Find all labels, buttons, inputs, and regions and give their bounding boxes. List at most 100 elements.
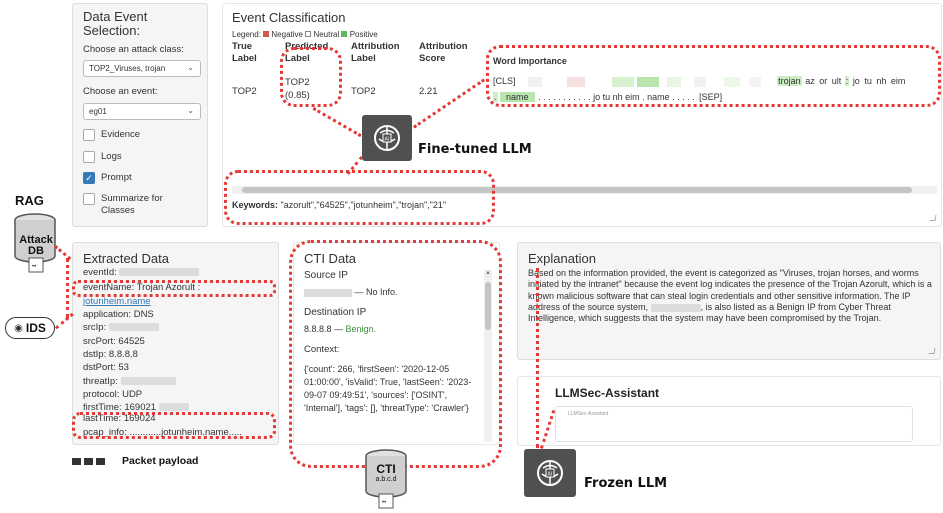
prompt-checkbox[interactable]: ✓ xyxy=(83,172,95,184)
field-application: application: DNS xyxy=(83,309,154,320)
assistant-panel: LLMSec-Assistant LLMSec-Assistant xyxy=(517,376,941,446)
drop-icon: ◉ xyxy=(14,322,23,334)
legend-prefix: Legend: xyxy=(232,30,261,39)
logs-checkbox[interactable] xyxy=(83,151,95,163)
redacted xyxy=(650,303,701,312)
field-key: application: xyxy=(83,309,132,320)
ids-label: IDS xyxy=(25,321,46,335)
col-attribution-score: Attribution Score xyxy=(419,41,468,64)
attack-class-label: Choose an attack class: xyxy=(83,44,184,55)
legend: Legend: Negative Neutral Positive xyxy=(232,30,378,39)
summarize-checkbox-row[interactable]: Summarize for Classes xyxy=(83,193,181,217)
resize-handle[interactable] xyxy=(928,348,936,354)
col-true-label: True Label xyxy=(232,41,257,64)
brain-icon: AI xyxy=(537,460,563,486)
explanation-text: Based on the information provided, the e… xyxy=(528,268,932,324)
field-event-id: eventId: xyxy=(83,267,200,278)
packet-payload-label: Packet payload xyxy=(122,455,199,467)
extracted-data-title: Extracted Data xyxy=(83,251,169,266)
redacted xyxy=(158,403,189,412)
true-label-value: TOP2 xyxy=(232,86,257,97)
field-value: UDP xyxy=(122,389,143,400)
field-threat-ip: threatIp: xyxy=(83,376,176,387)
attribution-score-value: 2.21 xyxy=(419,86,438,97)
attribution-label-value: TOP2 xyxy=(351,86,376,97)
svg-text:AI: AI xyxy=(548,472,553,478)
ids-badge: ◉ IDS xyxy=(5,317,55,339)
field-src-port: srcPort: 64525 xyxy=(83,336,145,347)
evidence-checkbox[interactable] xyxy=(83,129,95,141)
keywords-highlight xyxy=(224,170,495,225)
connector-line xyxy=(55,312,74,330)
field-key: dstPort: xyxy=(83,362,116,373)
frozen-llm-label: Frozen LLM xyxy=(584,476,668,491)
attack-db-label: Attack DB xyxy=(19,234,53,257)
data-event-selection-title: Data Event Selection: xyxy=(83,9,148,38)
evidence-checkbox-row[interactable]: Evidence xyxy=(83,129,140,141)
event-label: Choose an event: xyxy=(83,86,158,97)
legend-positive: Positive xyxy=(349,30,378,39)
cti-db-sublabel: a.b.c.d xyxy=(375,476,397,483)
attack-class-select[interactable]: TOP2_Viruses, trojan ⌄ xyxy=(83,60,201,77)
col-attribution-label: Attribution Label xyxy=(351,41,400,64)
logs-label: Logs xyxy=(101,151,122,162)
assistant-tab[interactable]: LLMSec-Assistant xyxy=(555,406,913,442)
svg-text:••: •• xyxy=(382,500,386,506)
payload-block xyxy=(72,457,81,465)
legend-neutral: Neutral xyxy=(313,30,340,39)
summarize-checkbox[interactable] xyxy=(83,193,95,205)
fine-tuned-llm-label: Fine-tuned LLM xyxy=(418,142,532,157)
field-key: dstIp: xyxy=(83,349,107,360)
field-key: srcPort: xyxy=(83,336,116,347)
logs-checkbox-row[interactable]: Logs xyxy=(83,151,122,163)
field-key: srcIp: xyxy=(83,322,107,333)
attack-class-select-value: TOP2_Viruses, trojan xyxy=(89,64,166,73)
summarize-label: Summarize for Classes xyxy=(101,193,163,216)
cti-data-highlight xyxy=(289,240,502,468)
field-dst-ip: dstIp: 8.8.8.8 xyxy=(83,349,138,360)
word-importance-highlight xyxy=(486,45,941,107)
field-key: protocol: xyxy=(83,389,120,400)
event-select-value: eg01 xyxy=(89,107,107,116)
prompt-checkbox-row[interactable]: ✓ Prompt xyxy=(83,172,132,184)
legend-negative: Negative xyxy=(271,30,303,39)
redacted xyxy=(108,323,159,332)
field-value: 8.8.8.8 xyxy=(108,349,138,360)
payload-block xyxy=(96,457,105,465)
chevron-down-icon: ⌄ xyxy=(187,63,194,72)
field-key: eventId: xyxy=(83,267,117,278)
event-name-highlight xyxy=(72,280,276,297)
fine-tuned-llm-icon: AI xyxy=(362,115,412,161)
field-protocol: protocol: UDP xyxy=(83,389,142,400)
positive-swatch xyxy=(341,31,348,37)
event-classification-title: Event Classification xyxy=(232,10,346,25)
resize-handle[interactable] xyxy=(929,215,937,221)
pcap-info-highlight xyxy=(72,412,276,439)
assistant-tab-label: LLMSec-Assistant xyxy=(568,411,609,417)
explanation-panel: Explanation Based on the information pro… xyxy=(517,242,941,360)
predicted-label-highlight xyxy=(280,47,342,107)
brain-icon: AI xyxy=(374,125,400,151)
negative-swatch xyxy=(263,31,270,37)
field-value: 64525 xyxy=(118,336,145,347)
field-value: DNS xyxy=(133,309,154,320)
field-dst-port: dstPort: 53 xyxy=(83,362,129,373)
chevron-down-icon: ⌄ xyxy=(187,106,194,115)
redacted xyxy=(120,377,176,386)
field-src-ip: srcIp: xyxy=(83,322,159,333)
redacted xyxy=(119,268,200,277)
connector-line xyxy=(66,258,69,318)
field-domain-link[interactable]: jotunheim.name xyxy=(83,296,151,307)
event-select[interactable]: eg01 ⌄ xyxy=(83,103,201,120)
svg-text:AI: AI xyxy=(385,137,390,143)
cti-db-label: CTI xyxy=(376,462,396,476)
assistant-title: LLMSec-Assistant xyxy=(555,386,660,400)
field-value: 53 xyxy=(118,362,129,373)
frozen-llm-icon: AI xyxy=(524,449,576,497)
evidence-label: Evidence xyxy=(101,129,141,140)
field-key: threatIp: xyxy=(83,376,118,387)
prompt-label: Prompt xyxy=(101,172,132,183)
svg-text:••: •• xyxy=(32,264,36,270)
rag-label: RAG xyxy=(15,193,44,208)
packet-payload-legend: Packet payload xyxy=(72,455,198,467)
